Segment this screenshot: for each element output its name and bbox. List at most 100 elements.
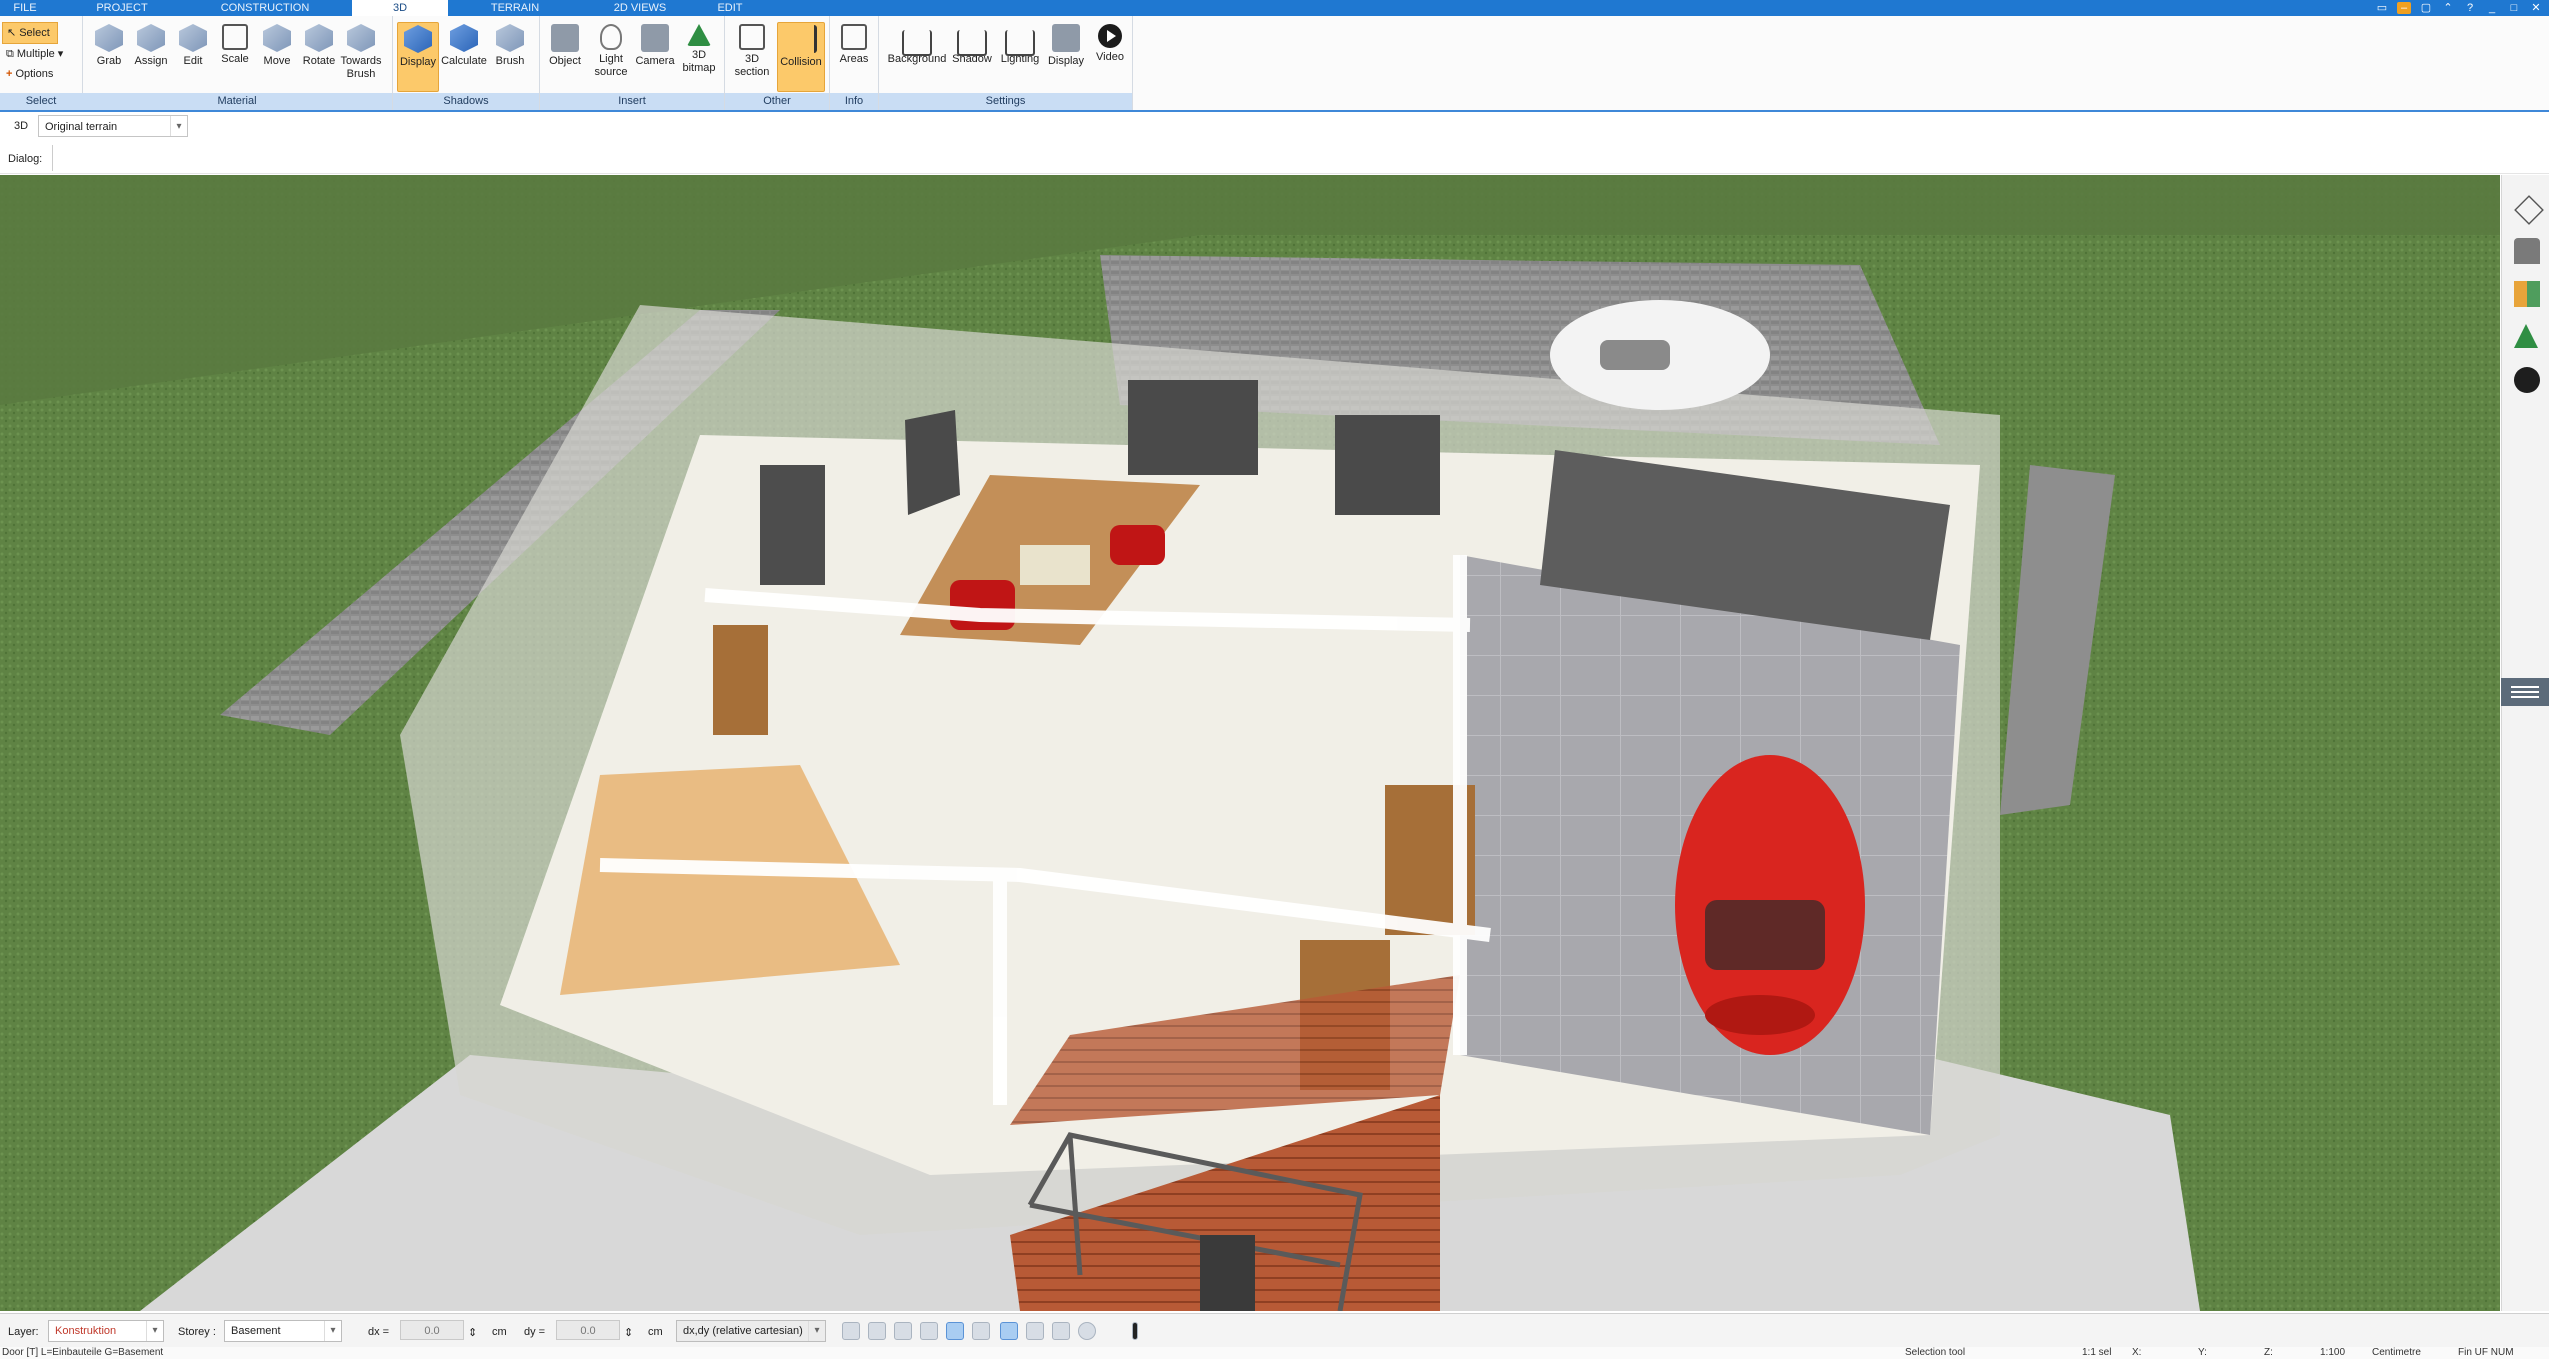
lighting-house-icon bbox=[1005, 30, 1035, 56]
dx-stepper-icon[interactable]: ⇕ bbox=[468, 1326, 477, 1339]
chevron-down-icon: ▾ bbox=[57, 48, 64, 60]
chevron-down-icon: ▾ bbox=[324, 1321, 341, 1341]
minimize-icon[interactable]: – bbox=[2397, 2, 2411, 14]
hatch-icon[interactable] bbox=[1026, 1322, 1044, 1340]
background-button[interactable]: Background bbox=[887, 22, 947, 90]
material-group: Grab Assign Edit Scale Move Rotate Towar… bbox=[82, 16, 393, 110]
help-icon[interactable]: ? bbox=[2463, 2, 2477, 14]
coordinate-mode-select[interactable]: dx,dy (relative cartesian) ▾ bbox=[676, 1320, 826, 1342]
print-icon[interactable] bbox=[920, 1322, 938, 1340]
view-options-row: 3D bbox=[0, 112, 2549, 140]
shadows-display-button[interactable]: Display bbox=[397, 22, 439, 92]
plants-icon[interactable] bbox=[2514, 324, 2538, 348]
scale-icon bbox=[222, 24, 248, 50]
status-z: Z: bbox=[2264, 1347, 2273, 1358]
multiple-button[interactable]: ⧉ Multiple ▾ bbox=[2, 44, 80, 64]
ribbon-toggle-icon[interactable]: ⌃ bbox=[2441, 2, 2455, 14]
dialog-divider bbox=[52, 145, 53, 171]
tab-2d-views[interactable]: 2D VIEWS bbox=[590, 0, 690, 16]
dy-unit: cm bbox=[648, 1326, 663, 1338]
tab-edit[interactable]: EDIT bbox=[702, 0, 758, 16]
move-button[interactable]: Move bbox=[254, 22, 300, 90]
layers-icon[interactable] bbox=[2514, 195, 2544, 225]
remote-icon[interactable] bbox=[2514, 367, 2540, 393]
grab-button[interactable]: Grab bbox=[86, 22, 132, 90]
scale-button[interactable]: Scale bbox=[212, 22, 258, 90]
panel-collapse-handle[interactable] bbox=[2501, 678, 2549, 706]
window-maximize-icon[interactable]: □ bbox=[2507, 2, 2521, 14]
window-back bbox=[1128, 380, 1258, 475]
shadows-calculate-button[interactable]: Calculate bbox=[441, 22, 487, 90]
status-indicators: Fin UF NUM bbox=[2458, 1347, 2514, 1358]
layer-select-value: Konstruktion bbox=[55, 1325, 117, 1337]
screen-icon[interactable] bbox=[868, 1322, 886, 1340]
shadows-brush-button[interactable]: Brush bbox=[487, 22, 533, 90]
light-source-button[interactable]: Light source bbox=[588, 22, 634, 90]
assign-button[interactable]: Assign bbox=[128, 22, 174, 90]
display-settings-button[interactable]: Display bbox=[1043, 22, 1089, 90]
edit-button[interactable]: Edit bbox=[170, 22, 216, 90]
plus-icon: + bbox=[6, 68, 13, 80]
areas-button[interactable]: Areas bbox=[831, 22, 877, 90]
chair-icon bbox=[551, 24, 579, 52]
video-button[interactable]: Video bbox=[1087, 22, 1133, 90]
white-car bbox=[1550, 300, 1770, 410]
terrain-select-value: Original terrain bbox=[45, 121, 118, 133]
tab-terrain[interactable]: TERRAIN bbox=[470, 0, 560, 16]
dx-input[interactable]: 0.0 bbox=[400, 1320, 464, 1340]
lighting-button[interactable]: Lighting bbox=[997, 22, 1043, 90]
assign-material-icon bbox=[137, 24, 165, 52]
storey-select[interactable]: Basement ▾ bbox=[224, 1320, 342, 1342]
restore-icon[interactable]: ▢ bbox=[2419, 2, 2433, 14]
materials-icon[interactable] bbox=[2514, 281, 2540, 307]
shadow-display-icon bbox=[404, 25, 432, 53]
options-button[interactable]: + Options bbox=[2, 64, 80, 84]
north-icon[interactable] bbox=[1078, 1322, 1096, 1340]
dy-label: dy = bbox=[524, 1326, 546, 1338]
dy-stepper-icon[interactable]: ⇕ bbox=[624, 1326, 633, 1339]
edit-material-icon bbox=[179, 24, 207, 52]
layer-select[interactable]: Konstruktion ▾ bbox=[48, 1320, 164, 1342]
rotate-button[interactable]: Rotate bbox=[296, 22, 342, 90]
select-group-label: Select bbox=[0, 93, 82, 110]
monitor-icon bbox=[1052, 24, 1080, 52]
info-marker-icon[interactable] bbox=[1132, 1322, 1138, 1340]
info-group: Areas Info bbox=[830, 16, 879, 110]
chair-library-icon[interactable] bbox=[2514, 238, 2540, 264]
dy-input[interactable]: 0.0 bbox=[556, 1320, 620, 1340]
object-button[interactable]: Object bbox=[542, 22, 588, 90]
multiple-select-icon: ⧉ bbox=[6, 48, 14, 60]
cursor-icon: ↖ bbox=[7, 27, 17, 39]
layer-3d-icon[interactable] bbox=[1000, 1322, 1018, 1340]
terrain-select[interactable]: Original terrain ▾ bbox=[38, 115, 188, 137]
dx-unit: cm bbox=[492, 1326, 507, 1338]
window-minimize-icon[interactable]: _ bbox=[2485, 2, 2499, 14]
select-button[interactable]: ↖ Select bbox=[2, 22, 58, 44]
window-controls: ▭ – ▢ ⌃ ? _ □ ✕ bbox=[2375, 0, 2543, 16]
towards-brush-button[interactable]: Towards Brush bbox=[338, 22, 384, 90]
shadow-settings-button[interactable]: Shadow bbox=[949, 22, 995, 90]
shadow-house-icon bbox=[957, 30, 987, 56]
coordinate-mode-value: dx,dy (relative cartesian) bbox=[683, 1325, 803, 1337]
status-object: Door [T] L=Einbauteile G=Basement bbox=[2, 1347, 164, 1358]
tab-3d[interactable]: 3D bbox=[352, 0, 448, 16]
clock-icon[interactable] bbox=[842, 1322, 860, 1340]
camera-button[interactable]: Camera bbox=[632, 22, 678, 90]
camera-snap-icon[interactable] bbox=[894, 1322, 912, 1340]
right-side-panel bbox=[2501, 175, 2549, 1311]
tab-project[interactable]: PROJECT bbox=[72, 0, 172, 16]
texture-icon[interactable] bbox=[972, 1322, 990, 1340]
tab-construction[interactable]: CONSTRUCTION bbox=[200, 0, 330, 16]
3d-viewport[interactable] bbox=[0, 175, 2500, 1311]
door-dark bbox=[760, 465, 825, 585]
chevron-down-icon: ▾ bbox=[808, 1321, 825, 1341]
grid-icon[interactable] bbox=[1052, 1322, 1070, 1340]
terrain-snap-icon[interactable] bbox=[946, 1322, 964, 1340]
3d-bitmap-button[interactable]: 3D bitmap bbox=[676, 22, 722, 90]
collision-button[interactable]: Collision bbox=[777, 22, 825, 92]
door-wood-left bbox=[713, 625, 768, 735]
tab-file[interactable]: FILE bbox=[0, 0, 50, 16]
3d-section-button[interactable]: 3D section bbox=[729, 22, 775, 90]
window-close-icon[interactable]: ✕ bbox=[2529, 2, 2543, 14]
quick-access-icon[interactable]: ▭ bbox=[2375, 2, 2389, 14]
